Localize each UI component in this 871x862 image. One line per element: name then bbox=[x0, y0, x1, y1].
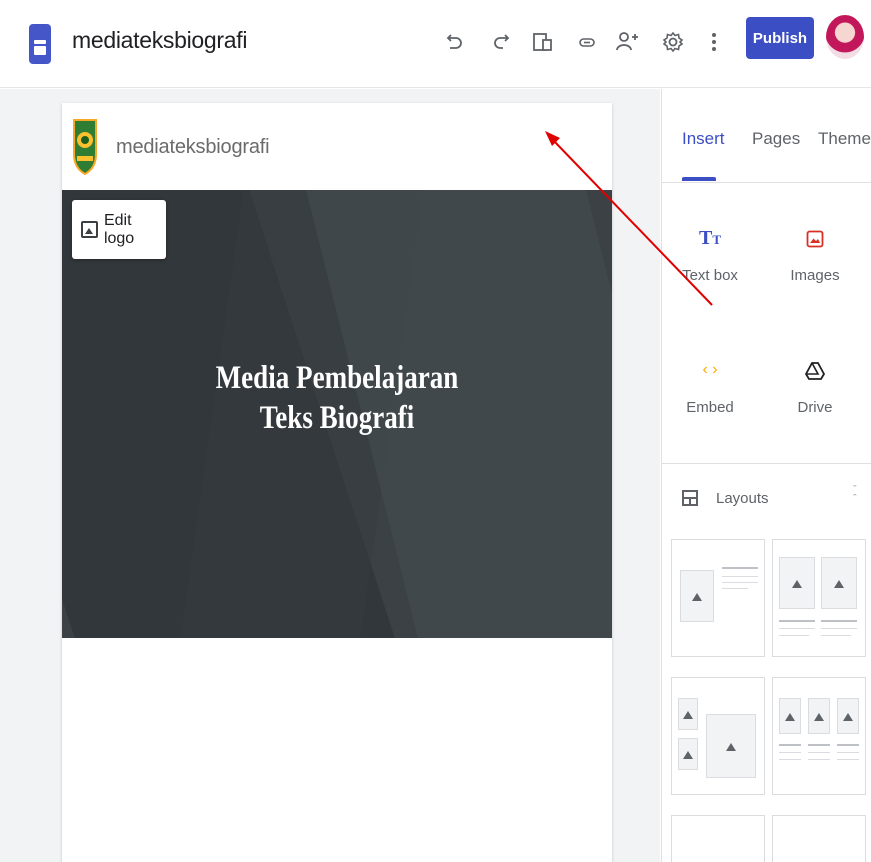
layout-thumb-line bbox=[722, 582, 758, 583]
layout-thumb-line bbox=[808, 759, 830, 760]
layout-thumb-image bbox=[808, 698, 830, 734]
publish-button[interactable]: Publish bbox=[746, 17, 814, 59]
insert-text-box[interactable]: TT Text box bbox=[665, 223, 755, 284]
layout-thumb-line bbox=[837, 752, 859, 753]
tab-themes[interactable]: Themes bbox=[818, 129, 871, 149]
insert-text-box-label: Text box bbox=[682, 267, 738, 284]
layouts-label: Layouts bbox=[716, 489, 769, 507]
insert-embed-label: Embed bbox=[686, 399, 734, 416]
edit-logo-button[interactable]: Edit logo bbox=[72, 200, 166, 259]
collapse-icon[interactable]: ˇˆ bbox=[853, 485, 857, 505]
site-header[interactable]: mediateksbiografi bbox=[62, 103, 612, 190]
drive-icon bbox=[770, 355, 860, 385]
layout-thumb-line bbox=[821, 635, 851, 636]
insert-embed[interactable]: ‹ › Embed bbox=[665, 355, 755, 416]
layout-option-image-grid[interactable] bbox=[671, 677, 765, 795]
redo-icon[interactable] bbox=[488, 28, 514, 56]
layout-thumb-image bbox=[837, 698, 859, 734]
active-tab-indicator bbox=[682, 177, 716, 181]
layout-thumb-image bbox=[779, 698, 801, 734]
settings-icon[interactable] bbox=[660, 28, 686, 56]
editor-canvas: mediateksbiografi Edit logo Media Pembel… bbox=[0, 89, 660, 862]
preview-icon[interactable] bbox=[530, 28, 556, 56]
layout-thumb-image bbox=[680, 570, 714, 622]
hero-title-line-2: Teks Biografi bbox=[259, 400, 415, 436]
panel-divider bbox=[662, 463, 871, 464]
avatar[interactable] bbox=[826, 15, 864, 59]
layout-thumb-line bbox=[837, 759, 859, 760]
insert-drive-label: Drive bbox=[797, 399, 833, 416]
edit-logo-label: Edit logo bbox=[103, 211, 135, 247]
hero-banner[interactable]: Edit logo Media Pembelajaran Teks Biogra… bbox=[62, 190, 612, 638]
layouts-header[interactable]: Layouts bbox=[682, 486, 871, 510]
layout-thumb-line bbox=[821, 620, 857, 622]
layout-option-image-text[interactable] bbox=[671, 539, 765, 657]
undo-icon[interactable] bbox=[442, 28, 468, 56]
site-logo[interactable] bbox=[72, 116, 98, 176]
layout-thumb-line bbox=[779, 752, 801, 753]
layout-thumb-line bbox=[837, 744, 859, 746]
layout-thumb-image bbox=[779, 557, 815, 609]
layout-thumb-line bbox=[722, 576, 758, 577]
document-title[interactable]: mediateksbiografi bbox=[72, 27, 247, 54]
insert-drive[interactable]: Drive bbox=[770, 355, 860, 416]
image-icon bbox=[81, 221, 98, 238]
layout-option-three-images[interactable] bbox=[772, 677, 866, 795]
layout-thumb-image bbox=[821, 557, 857, 609]
hero-title[interactable]: Media Pembelajaran Teks Biografi bbox=[62, 358, 612, 438]
insert-images-label: Images bbox=[790, 267, 840, 284]
layout-thumb-line bbox=[779, 635, 809, 636]
more-icon[interactable] bbox=[701, 28, 727, 56]
layout-thumb-line bbox=[808, 744, 830, 746]
layout-thumb-image bbox=[678, 738, 698, 770]
share-icon[interactable] bbox=[614, 28, 640, 56]
layout-thumb-line bbox=[722, 567, 758, 569]
layout-option-partial[interactable] bbox=[772, 815, 866, 862]
site-page: mediateksbiografi Edit logo Media Pembel… bbox=[62, 103, 612, 862]
layout-thumb-image bbox=[678, 698, 698, 730]
layout-thumb-line bbox=[779, 628, 815, 629]
tab-pages[interactable]: Pages bbox=[752, 129, 800, 149]
side-panel: Insert Pages Themes TT Text box Images ‹… bbox=[661, 89, 871, 862]
hero-title-line-1: Media Pembelajaran bbox=[215, 360, 459, 396]
link-icon[interactable] bbox=[574, 28, 600, 56]
google-sites-logo-icon[interactable] bbox=[29, 24, 51, 64]
layout-thumb-line bbox=[779, 744, 801, 746]
layout-thumb-line bbox=[722, 588, 748, 589]
layout-thumb-line bbox=[779, 759, 801, 760]
panel-tabs: Insert Pages Themes bbox=[662, 89, 871, 183]
tab-insert[interactable]: Insert bbox=[682, 129, 725, 149]
layout-thumb-image bbox=[706, 714, 756, 778]
layouts-icon bbox=[682, 490, 698, 506]
top-bar: mediateksbiografi Publish bbox=[0, 0, 871, 88]
layout-thumb-line bbox=[779, 620, 815, 622]
layout-thumb-line bbox=[821, 628, 857, 629]
layout-thumb-line bbox=[808, 752, 830, 753]
insert-images[interactable]: Images bbox=[770, 223, 860, 284]
layout-option-two-images[interactable] bbox=[772, 539, 866, 657]
text-box-icon: TT bbox=[698, 227, 721, 249]
image-icon bbox=[770, 223, 860, 253]
embed-icon: ‹ › bbox=[702, 361, 718, 378]
layout-option-partial[interactable] bbox=[671, 815, 765, 862]
site-name[interactable]: mediateksbiografi bbox=[116, 136, 270, 159]
app-window: mediateksbiografi Publish mediateksbiogr… bbox=[0, 0, 871, 862]
